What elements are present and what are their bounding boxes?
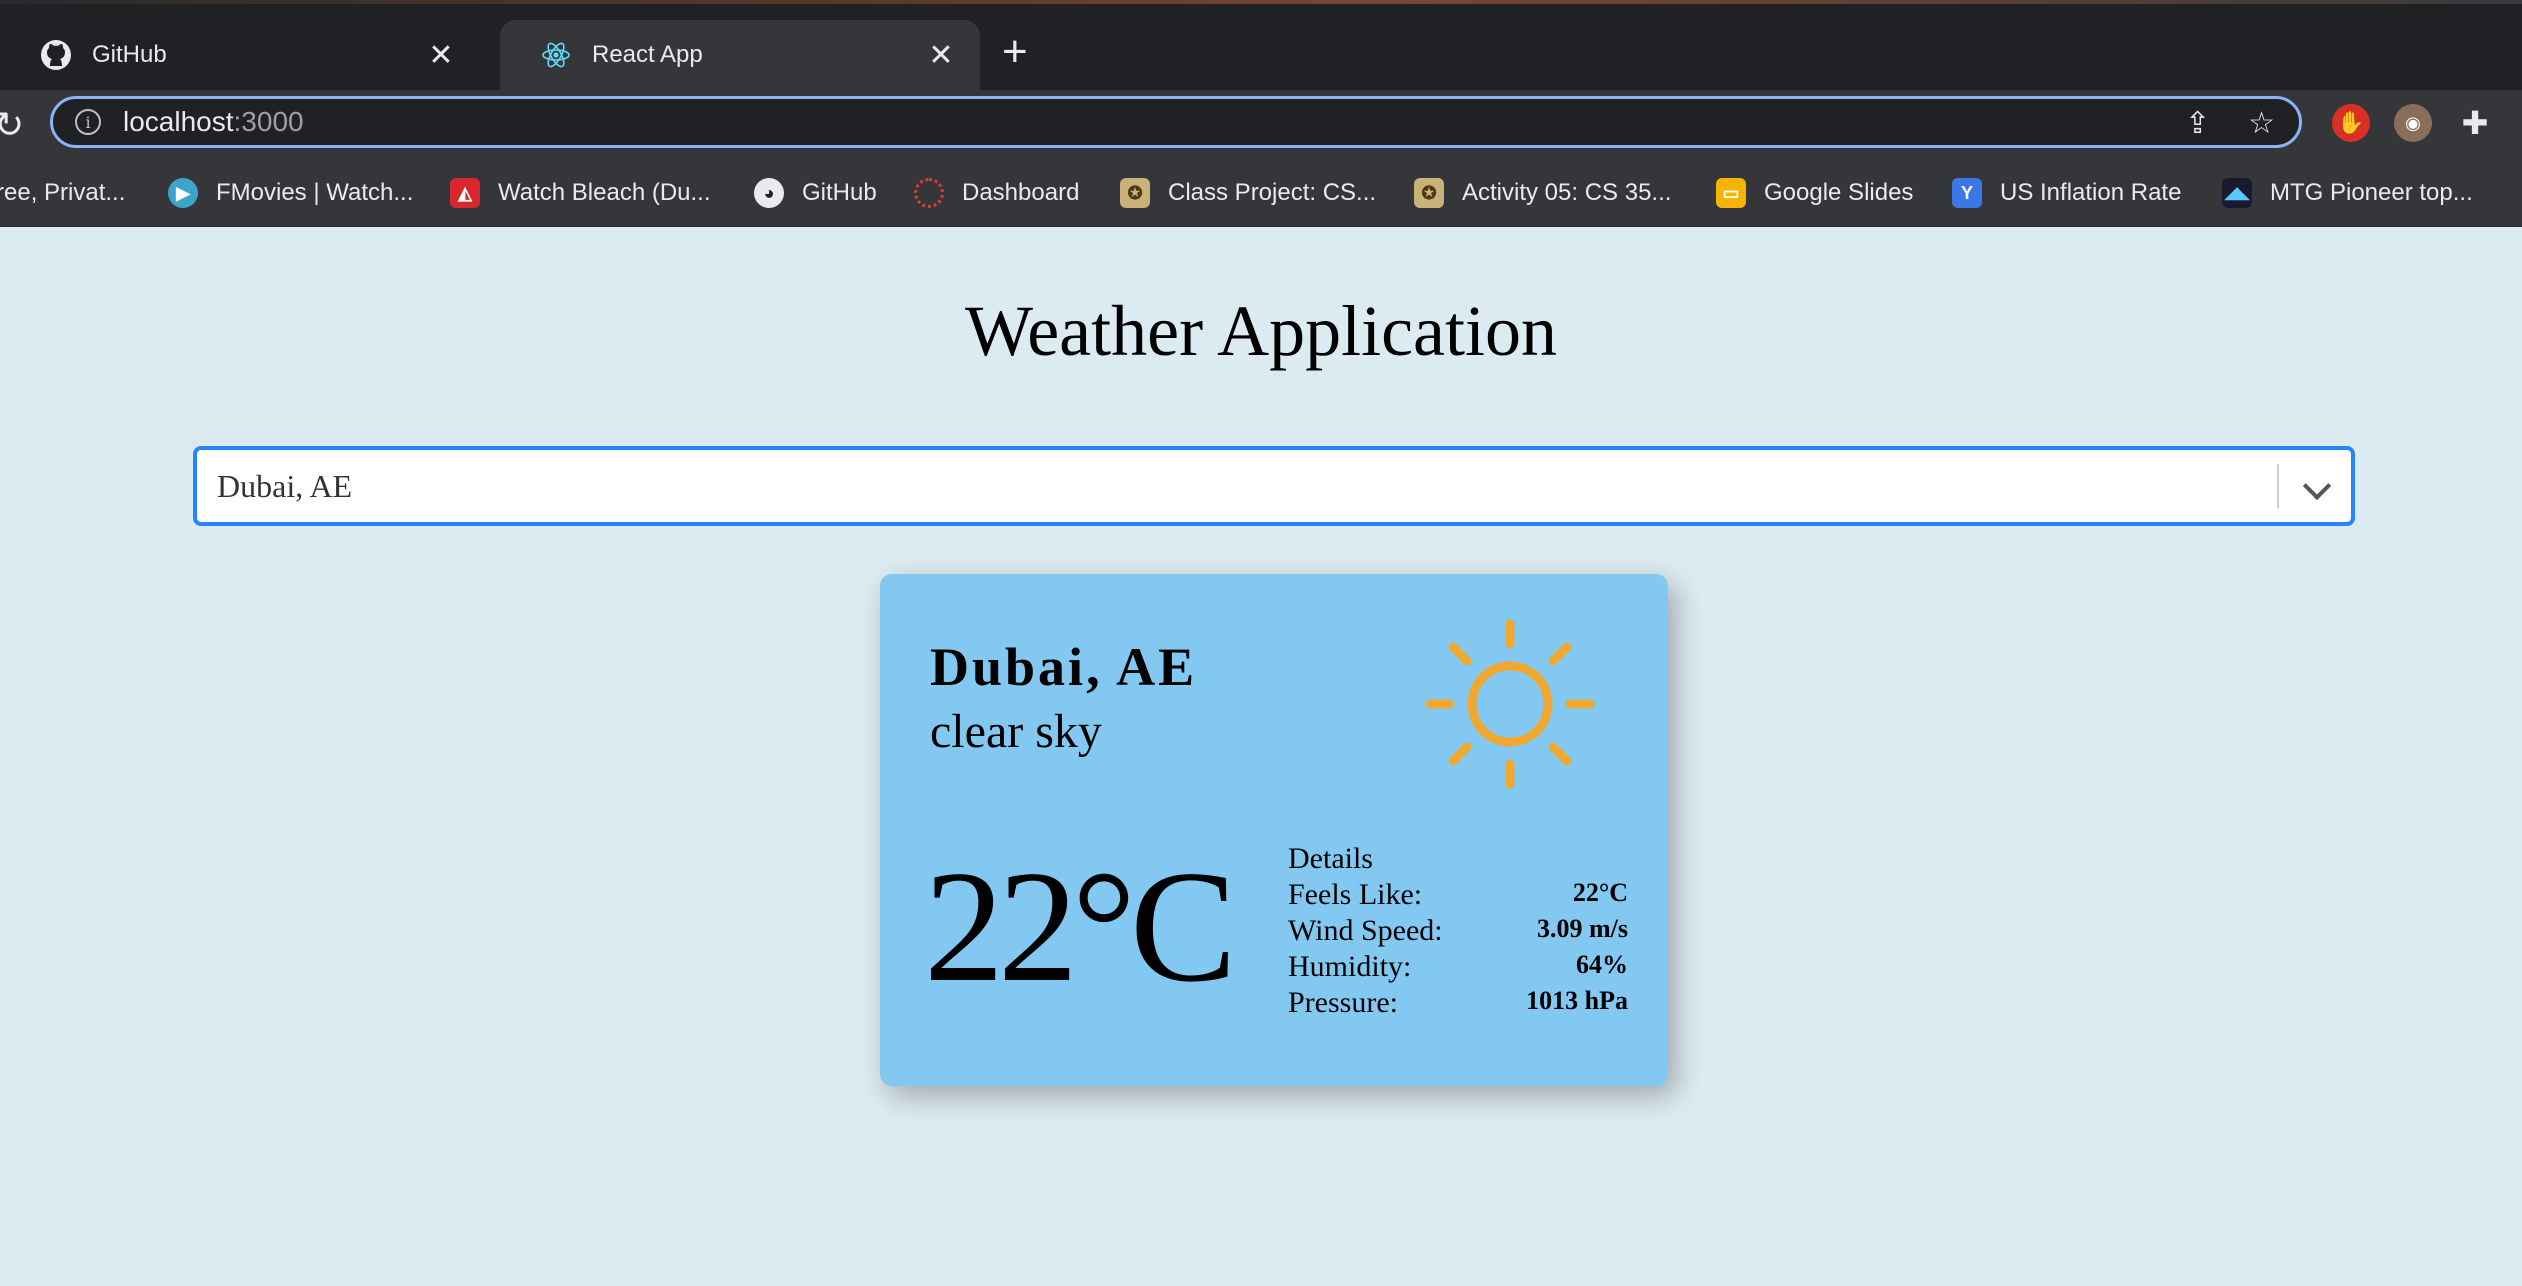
details-heading-row: Details: [1288, 842, 1628, 878]
seal-icon: ✪: [1414, 178, 1444, 208]
site-info-icon[interactable]: i: [75, 109, 101, 135]
close-tab-icon[interactable]: ✕: [426, 38, 456, 73]
bookmark-label: US Inflation Rate: [2000, 179, 2182, 206]
browser-toolbar: ↻ i localhost:3000 ⇪ ☆ ✋ ◉ ✚: [0, 90, 2522, 158]
details-panel: Details Feels Like: 22°C Wind Speed: 3.0…: [1288, 842, 1628, 1022]
close-tab-icon[interactable]: ✕: [926, 38, 956, 73]
bookmark-item[interactable]: Y US Inflation Rate: [1952, 176, 2181, 210]
detail-value: 22°C: [1572, 878, 1628, 907]
bookmark-item[interactable]: ✪ Class Project: CS...: [1120, 176, 1376, 210]
react-icon: [540, 39, 572, 71]
bookmark-label: GitHub: [802, 179, 877, 206]
detail-value: 1013 hPa: [1526, 986, 1628, 1015]
detail-label: Humidity:: [1288, 950, 1412, 983]
new-tab-button[interactable]: +: [1002, 30, 1028, 74]
tab-react-app[interactable]: React App ✕: [500, 20, 980, 90]
page-title: Weather Application: [965, 291, 1557, 371]
bookmark-label: ree, Privat...: [0, 179, 126, 206]
github-icon: [40, 39, 72, 71]
bookmark-item[interactable]: ▭ Google Slides: [1716, 176, 1913, 210]
tab-title: GitHub: [92, 41, 167, 68]
select-divider: [2277, 464, 2279, 508]
detail-label: Wind Speed:: [1288, 914, 1443, 947]
bookmark-item[interactable]: Dashboard: [914, 176, 1079, 210]
detail-row-pressure: Pressure: 1013 hPa: [1288, 986, 1628, 1022]
adblock-extension-icon[interactable]: ✋: [2332, 104, 2370, 142]
slides-icon: ▭: [1716, 178, 1746, 208]
bookmark-label: FMovies | Watch...: [216, 179, 414, 206]
tab-github[interactable]: GitHub ✕: [0, 20, 480, 90]
bookmark-label: Dashboard: [962, 179, 1080, 206]
url-text[interactable]: localhost:3000: [123, 106, 304, 138]
weather-card: Dubai, AE clear sky 22°C Details Feels L…: [880, 574, 1668, 1086]
detail-label: Pressure:: [1288, 986, 1398, 1019]
details-heading: Details: [1288, 842, 1373, 875]
github-icon: ◕: [754, 178, 784, 208]
profile-avatar-icon[interactable]: ◉: [2394, 104, 2432, 142]
detail-row-wind-speed: Wind Speed: 3.09 m/s: [1288, 914, 1628, 950]
url-host: localhost: [123, 106, 234, 137]
bookmark-item[interactable]: ◭ Watch Bleach (Du...: [450, 176, 711, 210]
detail-value: 64%: [1576, 950, 1628, 979]
bookmark-item[interactable]: ✪ Activity 05: CS 35...: [1414, 176, 1671, 210]
bookmark-label: Activity 05: CS 35...: [1462, 179, 1672, 206]
city-search-select[interactable]: Dubai, AE: [193, 446, 2355, 526]
play-icon: ▶: [168, 178, 198, 208]
detail-value: 3.09 m/s: [1537, 914, 1628, 943]
search-selected-value[interactable]: Dubai, AE: [217, 468, 352, 505]
bookmarks-bar: ree, Privat... ▶ FMovies | Watch... ◭ Wa…: [0, 158, 2522, 227]
extensions-puzzle-icon[interactable]: ✚: [2456, 104, 2494, 142]
bleach-icon: ◭: [450, 178, 480, 208]
tab-title: React App: [592, 41, 703, 68]
reload-icon[interactable]: ↻: [0, 104, 24, 146]
y-icon: Y: [1952, 178, 1982, 208]
detail-label: Feels Like:: [1288, 878, 1423, 911]
bookmark-star-icon[interactable]: ☆: [2248, 106, 2275, 141]
card-city: Dubai, AE: [930, 637, 1198, 697]
detail-row-feels-like: Feels Like: 22°C: [1288, 878, 1628, 914]
bookmark-item[interactable]: ◕ GitHub: [754, 176, 877, 210]
share-icon[interactable]: ⇪: [2185, 106, 2210, 141]
bookmark-label: Watch Bleach (Du...: [498, 179, 711, 206]
sun-icon: [1425, 619, 1595, 789]
bookmark-item[interactable]: ◢◣ MTG Pioneer top...: [2222, 176, 2473, 210]
card-temperature: 22°C: [924, 837, 1237, 1015]
mtg-icon: ◢◣: [2222, 178, 2252, 208]
bookmark-item[interactable]: ree, Privat...: [0, 176, 125, 210]
bookmark-item[interactable]: ▶ FMovies | Watch...: [168, 176, 413, 210]
chevron-down-icon[interactable]: [2302, 471, 2332, 501]
bookmark-label: Class Project: CS...: [1168, 179, 1377, 206]
card-description: clear sky: [930, 705, 1102, 758]
canvas-icon: [914, 178, 944, 208]
bookmark-label: MTG Pioneer top...: [2270, 179, 2473, 206]
tab-strip: GitHub ✕ React App ✕ +: [0, 0, 2522, 90]
seal-icon: ✪: [1120, 178, 1150, 208]
address-bar[interactable]: i localhost:3000 ⇪ ☆: [50, 96, 2302, 148]
detail-row-humidity: Humidity: 64%: [1288, 950, 1628, 986]
bookmark-label: Google Slides: [1764, 179, 1914, 206]
url-port: :3000: [233, 106, 304, 137]
